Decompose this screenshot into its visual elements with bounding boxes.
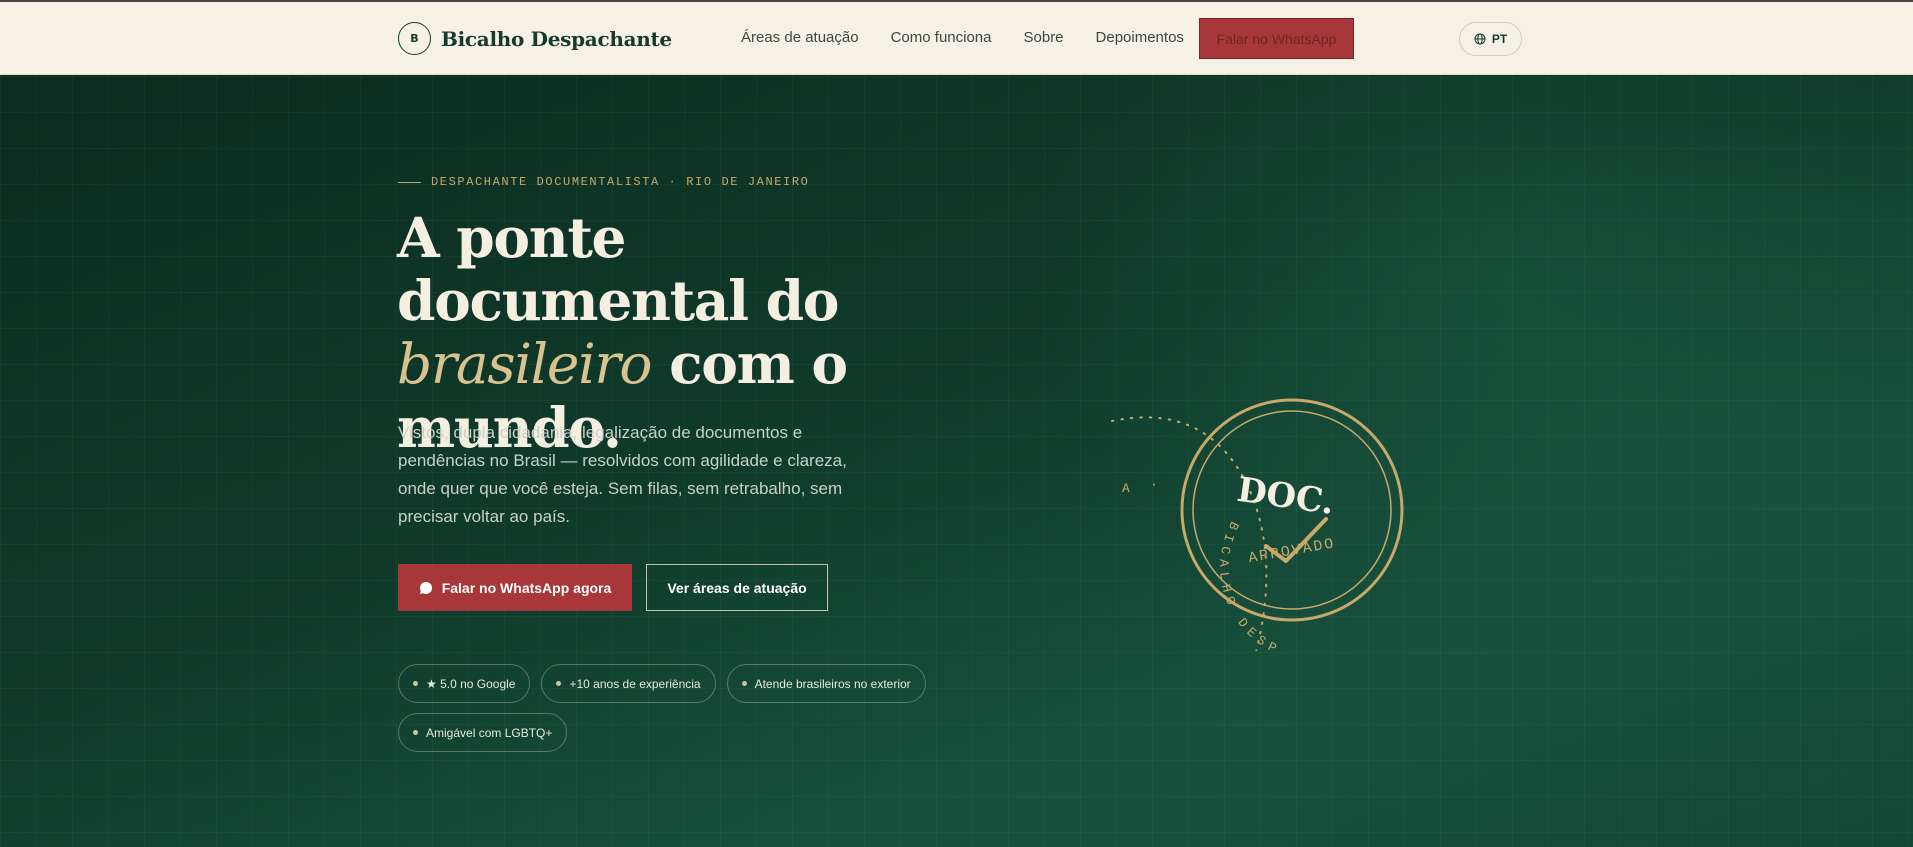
- eyebrow-line: [398, 181, 421, 183]
- nav-link-areas[interactable]: Áreas de atuação: [741, 29, 859, 46]
- hero-title-highlight: brasileiro: [397, 332, 653, 396]
- badge-dot: [413, 681, 418, 686]
- stamp-title: DOC.: [1235, 470, 1337, 523]
- nav-link-como-funciona[interactable]: Como funciona: [891, 29, 992, 46]
- brand-name: Bicalho Despachante: [441, 26, 672, 51]
- whatsapp-cta-button[interactable]: Falar no WhatsApp agora: [398, 564, 632, 611]
- hero-title-part1: A ponte documental do: [397, 205, 839, 333]
- badge-abroad: Atende brasileiros no exterior: [726, 664, 926, 703]
- language-switcher[interactable]: PT: [1459, 22, 1522, 56]
- stamp-orbit-letter: A: [1122, 481, 1130, 496]
- logo-mark: B: [398, 22, 431, 55]
- badge-dot: [556, 681, 562, 686]
- badge-label: +10 anos de experiência: [569, 676, 701, 691]
- whatsapp-cta-label: Falar no WhatsApp agora: [441, 579, 612, 596]
- background-glow: [950, 76, 1913, 676]
- globe-icon: [1474, 33, 1486, 45]
- header-whatsapp-button[interactable]: Falar no WhatsApp: [1199, 18, 1354, 59]
- nav-link-depoimentos[interactable]: Depoimentos: [1096, 29, 1184, 46]
- hero-lead: Vistos, dupla cidadania, legalização de …: [398, 423, 847, 526]
- language-label: PT: [1491, 32, 1508, 46]
- approved-stamp-illustration: A · DOC. APROVADO BICALHO DESPAC.: [1100, 331, 1404, 651]
- main-nav: Áreas de atuação Como funciona Sobre Dep…: [741, 29, 1184, 46]
- badge-label: Amigável com LGBTQ+: [426, 725, 553, 740]
- eyebrow-text: DESPACHANTE DOCUMENTALISTA · RIO DE JANE…: [431, 175, 810, 189]
- hero-section: DESPACHANTE DOCUMENTALISTA · RIO DE JANE…: [0, 76, 1913, 847]
- brand-logo[interactable]: B Bicalho Despachante: [398, 22, 672, 55]
- trust-badges: ★ 5.0 no Google +10 anos de experiência …: [398, 664, 968, 752]
- stamp-status: APROVADO: [1247, 535, 1337, 567]
- badge-experience: +10 anos de experiência: [541, 664, 716, 703]
- site-header: B Bicalho Despachante Áreas de atuação C…: [0, 2, 1913, 75]
- hero-eyebrow: DESPACHANTE DOCUMENTALISTA · RIO DE JANE…: [398, 175, 809, 189]
- stamp-orbit-dot: ·: [1150, 477, 1158, 492]
- areas-cta-button[interactable]: Ver áreas de atuação: [646, 564, 828, 611]
- badge-google-rating: ★ 5.0 no Google: [398, 664, 531, 703]
- badge-dot: [413, 730, 418, 735]
- nav-link-sobre[interactable]: Sobre: [1024, 29, 1064, 46]
- badge-dot: [741, 681, 747, 686]
- chat-bubble-icon: [419, 581, 432, 594]
- badge-lgbtq: Amigável com LGBTQ+: [398, 713, 568, 752]
- badge-label: ★ 5.0 no Google: [426, 676, 516, 691]
- badge-label: Atende brasileiros no exterior: [754, 676, 911, 691]
